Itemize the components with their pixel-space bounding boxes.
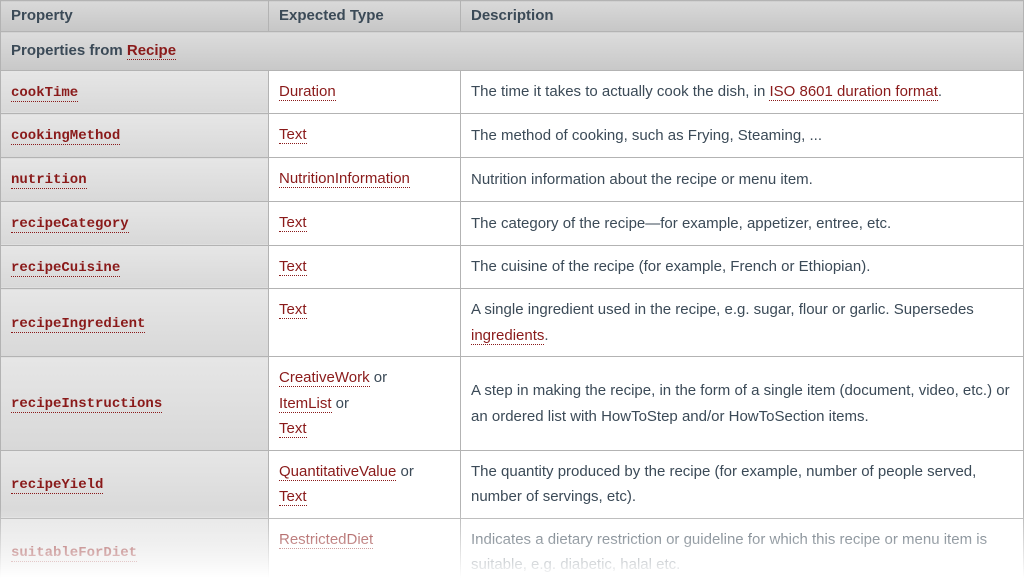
property-name-cell: recipeInstructions: [1, 357, 269, 451]
text-span: Indicates a dietary restriction or guide…: [471, 531, 987, 574]
expected-type-cell: Text: [269, 201, 461, 245]
property-link[interactable]: recipeYield: [11, 477, 103, 494]
property-row: recipeInstructionsCreativeWork orItemLis…: [1, 357, 1024, 451]
text-span: or: [370, 369, 388, 386]
expected-type-cell: Text: [269, 289, 461, 357]
section-prefix: Properties from: [11, 42, 127, 59]
text-span: .: [938, 83, 942, 100]
expected-type-cell: CreativeWork orItemList orText: [269, 357, 461, 451]
type-link[interactable]: NutritionInformation: [279, 170, 410, 188]
type-link[interactable]: Text: [279, 126, 307, 144]
text-span: The category of the recipe—for example, …: [471, 215, 891, 232]
text-span: A single ingredient used in the recipe, …: [471, 301, 974, 318]
text-span: A step in making the recipe, in the form…: [471, 382, 1010, 425]
description-cell: The method of cooking, such as Frying, S…: [461, 114, 1024, 158]
property-row: recipeYield QuantitativeValue or Text The q…: [1, 450, 1024, 518]
schema-properties-table-container: Property Expected Type Description Prope…: [0, 0, 1024, 578]
type-link[interactable]: Duration: [279, 83, 336, 101]
description-cell: Indicates a dietary restriction or guide…: [461, 518, 1024, 578]
expected-type-cell: Text: [269, 245, 461, 289]
description-cell: The category of the recipe—for example, …: [461, 201, 1024, 245]
header-description: Description: [461, 1, 1024, 32]
text-span: The cuisine of the recipe (for example, …: [471, 258, 870, 275]
expected-type-cell: Text: [269, 114, 461, 158]
description-cell: A single ingredient used in the recipe, …: [461, 289, 1024, 357]
text-span: Nutrition information about the recipe o…: [471, 171, 813, 188]
type-link[interactable]: ItemList: [279, 395, 332, 413]
expected-type-cell: NutritionInformation: [269, 158, 461, 202]
property-row: recipeCuisine Text The cuisine of the reci…: [1, 245, 1024, 289]
property-row: cookingMethod Text The method of cooking, …: [1, 114, 1024, 158]
description-cell: The time it takes to actually cook the d…: [461, 70, 1024, 114]
type-link[interactable]: ingredients: [471, 327, 544, 345]
property-row: recipeCategory Text The category of the re…: [1, 201, 1024, 245]
type-link[interactable]: ISO 8601 duration format: [769, 83, 937, 101]
text-span: or: [332, 395, 350, 412]
header-expected-type: Expected Type: [269, 1, 461, 32]
property-row: suitableForDiet RestrictedDiet Indicates a…: [1, 518, 1024, 578]
section-row-recipe: Properties from Recipe: [1, 32, 1024, 71]
property-link[interactable]: nutrition: [11, 172, 87, 189]
property-row: recipeIngredient Text A single ingredient …: [1, 289, 1024, 357]
property-name-cell: nutrition: [1, 158, 269, 202]
header-property: Property: [1, 1, 269, 32]
type-link[interactable]: Text: [279, 301, 307, 319]
property-link[interactable]: recipeCategory: [11, 216, 129, 233]
table-header-row: Property Expected Type Description: [1, 1, 1024, 32]
schema-properties-table: Property Expected Type Description Prope…: [0, 0, 1024, 578]
type-link[interactable]: Text: [279, 488, 307, 506]
description-cell: The cuisine of the recipe (for example, …: [461, 245, 1024, 289]
type-link[interactable]: QuantitativeValue: [279, 463, 396, 481]
property-name-cell: recipeCategory: [1, 201, 269, 245]
section-label: Properties from Recipe: [1, 32, 1024, 71]
property-name-cell: recipeIngredient: [1, 289, 269, 357]
text-span: The quantity produced by the recipe (for…: [471, 463, 976, 506]
property-link[interactable]: recipeIngredient: [11, 316, 145, 333]
property-name-cell: recipeCuisine: [1, 245, 269, 289]
property-link[interactable]: recipeInstructions: [11, 396, 162, 413]
section-type-link[interactable]: Recipe: [127, 42, 176, 60]
description-cell: Nutrition information about the recipe o…: [461, 158, 1024, 202]
text-span: The method of cooking, such as Frying, S…: [471, 127, 822, 144]
property-link[interactable]: cookTime: [11, 85, 78, 102]
text-span: or: [396, 463, 414, 480]
type-link[interactable]: RestrictedDiet: [279, 531, 373, 549]
property-row: cookTime Duration The time it takes to act…: [1, 70, 1024, 114]
property-link[interactable]: suitableForDiet: [11, 545, 137, 562]
property-row: nutrition NutritionInformation Nutrition i…: [1, 158, 1024, 202]
description-cell: A step in making the recipe, in the form…: [461, 357, 1024, 451]
expected-type-cell: Duration: [269, 70, 461, 114]
property-name-cell: suitableForDiet: [1, 518, 269, 578]
type-link[interactable]: Text: [279, 258, 307, 276]
text-span: .: [544, 327, 548, 344]
text-span: The time it takes to actually cook the d…: [471, 83, 769, 100]
description-cell: The quantity produced by the recipe (for…: [461, 450, 1024, 518]
type-link[interactable]: Text: [279, 214, 307, 232]
property-link[interactable]: cookingMethod: [11, 128, 120, 145]
type-link[interactable]: CreativeWork: [279, 369, 370, 387]
property-name-cell: cookTime: [1, 70, 269, 114]
property-link[interactable]: recipeCuisine: [11, 260, 120, 277]
expected-type-cell: RestrictedDiet: [269, 518, 461, 578]
property-name-cell: recipeYield: [1, 450, 269, 518]
expected-type-cell: QuantitativeValue or Text: [269, 450, 461, 518]
property-name-cell: cookingMethod: [1, 114, 269, 158]
type-link[interactable]: Text: [279, 420, 307, 438]
